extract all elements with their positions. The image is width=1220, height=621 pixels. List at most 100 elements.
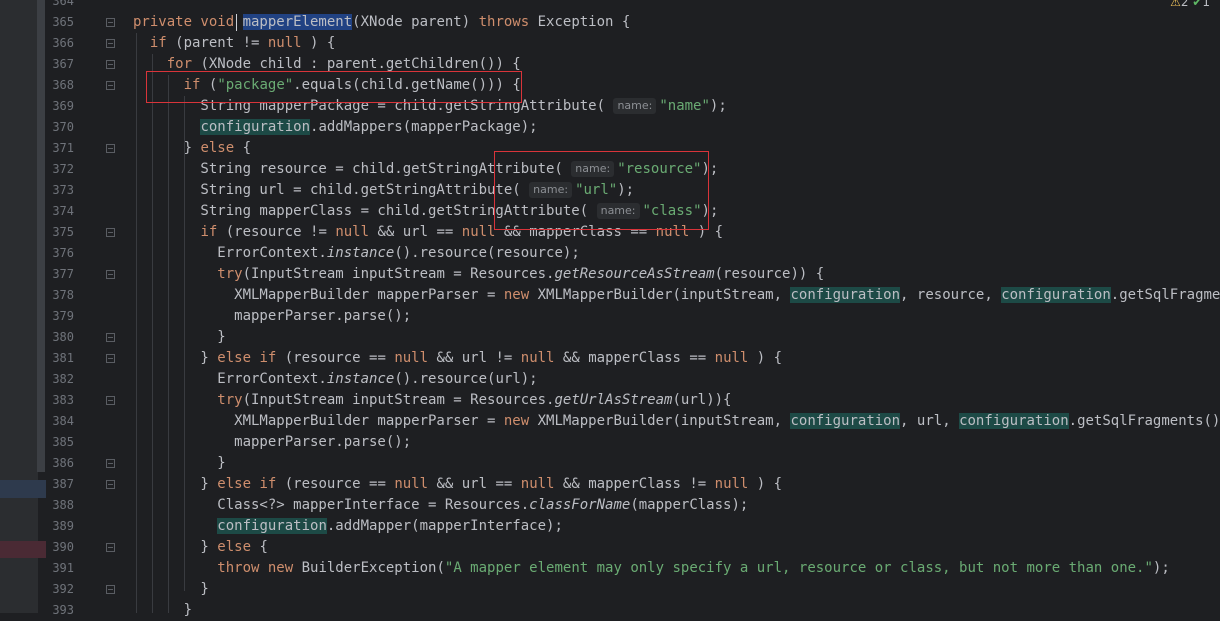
code-line[interactable]: } else { — [133, 138, 251, 159]
code-token: && mapperClass == — [562, 350, 715, 366]
code-token: Exception { — [537, 14, 631, 30]
code-token: , url, — [900, 413, 960, 429]
code-line[interactable]: configuration.addMapper(mapperInterface)… — [133, 516, 563, 537]
fold-toggle-icon[interactable] — [106, 39, 115, 48]
method-token: getUrlAsStream — [554, 392, 673, 408]
field-token: configuration — [959, 413, 1069, 429]
indent-guide — [152, 54, 153, 613]
fold-toggle-icon[interactable] — [106, 480, 115, 489]
keyword-token: null — [520, 476, 563, 492]
keyword-token: null — [520, 350, 563, 366]
code-line[interactable]: } — [133, 579, 208, 600]
code-token: (InputStream inputStream = Resources. — [242, 266, 555, 282]
keyword-token: else if — [217, 350, 285, 366]
code-line[interactable]: XMLMapperBuilder mapperParser = new XMLM… — [133, 411, 1220, 432]
code-token: XMLMapperBuilder(inputStream, — [537, 287, 791, 303]
code-line[interactable]: } — [133, 600, 192, 621]
fold-toggle-icon[interactable] — [106, 228, 115, 237]
keyword-token: new — [503, 413, 538, 429]
fold-toggle-icon[interactable] — [106, 60, 115, 69]
keyword-token: else if — [217, 476, 285, 492]
code-line[interactable]: XMLMapperBuilder mapperParser = new XMLM… — [133, 285, 1220, 306]
annotation-box-attributes — [494, 151, 709, 230]
code-token: (resource != — [225, 224, 336, 240]
code-line[interactable]: mapperParser.parse(); — [133, 306, 411, 327]
code-line[interactable]: } — [133, 453, 225, 474]
keyword-token: else — [200, 140, 243, 156]
line-number: 392 — [52, 582, 74, 596]
line-number: 375 — [52, 225, 74, 239]
line-number: 377 — [52, 267, 74, 281]
fold-toggle-icon[interactable] — [106, 81, 115, 90]
inspection-status[interactable]: ⚠2 ✔1 — [1170, 0, 1210, 9]
fold-toggle-icon[interactable] — [106, 396, 115, 405]
code-token: BuilderException( — [301, 560, 445, 576]
code-token: mapperParser.parse(); — [133, 434, 412, 450]
code-line[interactable]: try(InputStream inputStream = Resources.… — [133, 390, 731, 411]
code-token: ); — [1152, 560, 1170, 576]
keyword-token: private void — [133, 14, 243, 30]
code-line[interactable]: Class<?> mapperInterface = Resources.cla… — [133, 495, 748, 516]
code-token: ErrorContext. — [133, 245, 327, 261]
code-line[interactable]: if (parent != null ) { — [133, 33, 335, 54]
method-token: getResourceAsStream — [554, 266, 715, 282]
bookmark-highlight — [0, 480, 46, 498]
line-number: 364 — [52, 0, 74, 8]
line-number: 366 — [52, 36, 74, 50]
code-line[interactable]: } else { — [133, 537, 267, 558]
code-token: } — [133, 539, 218, 555]
code-token: } — [133, 329, 226, 345]
fold-toggle-icon[interactable] — [106, 333, 115, 342]
code-line[interactable]: configuration.addMappers(mapperPackage); — [133, 117, 538, 138]
fold-toggle-icon[interactable] — [106, 459, 115, 468]
fold-toggle-icon[interactable] — [106, 585, 115, 594]
line-number: 373 — [52, 183, 74, 197]
line-number: 379 — [52, 309, 74, 323]
fold-toggle-icon[interactable] — [106, 270, 115, 279]
code-token: (resource == — [284, 350, 395, 366]
code-line[interactable]: ErrorContext.instance().resource(resourc… — [133, 243, 580, 264]
code-token: && mapperClass != — [562, 476, 715, 492]
line-number: 371 — [52, 141, 74, 155]
keyword-token: throws — [478, 14, 538, 30]
code-token: ) { — [748, 350, 783, 366]
structure-strip — [0, 0, 46, 613]
indent-guide — [168, 75, 169, 613]
line-number: 365 — [52, 15, 74, 29]
fold-toggle-icon[interactable] — [106, 18, 115, 27]
code-line[interactable]: } else if (resource == null && url != nu… — [133, 348, 782, 369]
line-number: 372 — [52, 162, 74, 176]
method-token: instance — [326, 245, 395, 261]
indent-guide — [136, 33, 137, 613]
code-line[interactable]: mapperParser.parse(); — [133, 432, 411, 453]
line-number: 378 — [52, 288, 74, 302]
code-line[interactable]: throw new BuilderException("A mapper ele… — [133, 558, 1170, 579]
fold-toggle-icon[interactable] — [106, 543, 115, 552]
keyword-token: null — [714, 350, 749, 366]
code-token: } — [133, 476, 218, 492]
code-line[interactable]: } else if (resource == null && url == nu… — [133, 474, 782, 495]
code-line[interactable]: private void mapperElement(XNode parent)… — [133, 12, 630, 33]
code-line[interactable]: } — [133, 327, 226, 348]
code-line[interactable]: try(InputStream inputStream = Resources.… — [133, 264, 824, 285]
code-token: XMLMapperBuilder(inputStream, — [537, 413, 791, 429]
line-number: 385 — [52, 435, 74, 449]
scrollbar-thumb[interactable] — [37, 0, 45, 472]
indent-guide — [184, 96, 185, 591]
code-token: (InputStream inputStream = Resources. — [242, 392, 555, 408]
code-line[interactable]: ErrorContext.instance().resource(url); — [133, 369, 537, 390]
code-token: ().resource(resource); — [394, 245, 580, 261]
line-number: 367 — [52, 57, 74, 71]
line-number: 386 — [52, 456, 74, 470]
line-number: 374 — [52, 204, 74, 218]
line-number: 388 — [52, 498, 74, 512]
code-token: (resource == — [284, 476, 395, 492]
code-token: ); — [709, 98, 727, 114]
fold-toggle-icon[interactable] — [106, 354, 115, 363]
code-token: ) { — [748, 476, 783, 492]
fold-toggle-icon[interactable] — [106, 144, 115, 153]
